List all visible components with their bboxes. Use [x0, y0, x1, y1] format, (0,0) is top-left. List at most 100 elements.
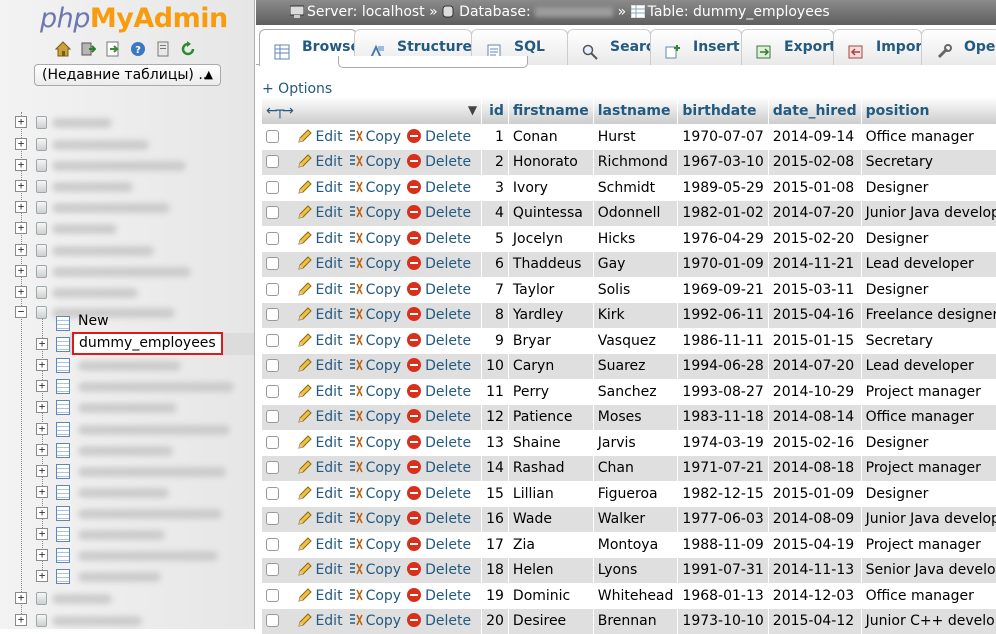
cell-position[interactable]: Secretary [861, 328, 996, 354]
phpmyadmin-logo[interactable]: phpMyAdmin [40, 2, 228, 36]
reload-icon[interactable] [179, 40, 197, 58]
edit-link[interactable]: Edit [297, 307, 342, 323]
cell-lastname[interactable]: Vasquez [593, 328, 678, 354]
cell-firstname[interactable]: Dominic [508, 583, 593, 609]
cell-birthdate[interactable]: 1971-07-21 [678, 456, 768, 482]
edit-link[interactable]: Edit [297, 231, 342, 247]
delete-link[interactable]: Delete [407, 154, 471, 170]
copy-link[interactable]: Copy [349, 562, 402, 578]
delete-link[interactable]: Delete [407, 256, 471, 272]
tab-import[interactable]: Import [833, 29, 922, 65]
tree-database-item[interactable]: + [0, 240, 255, 261]
cell-date_hired[interactable]: 2015-03-11 [768, 277, 861, 303]
cell-firstname[interactable]: Honorato [508, 150, 593, 176]
cell-firstname[interactable]: Quintessa [508, 201, 593, 227]
edit-link[interactable]: Edit [297, 180, 342, 196]
cell-id[interactable]: 1 [482, 124, 509, 150]
tree-table-item[interactable]: + [0, 440, 255, 461]
copy-link[interactable]: Copy [349, 613, 402, 629]
edit-link[interactable]: Edit [297, 511, 342, 527]
expand-icon[interactable]: + [36, 338, 48, 350]
tree-table-item[interactable]: + [0, 524, 255, 545]
cell-date_hired[interactable]: 2014-11-13 [768, 558, 861, 584]
row-checkbox[interactable] [266, 308, 279, 321]
cell-date_hired[interactable]: 2014-08-18 [768, 456, 861, 482]
cell-birthdate[interactable]: 1989-05-29 [678, 175, 768, 201]
cell-lastname[interactable]: Schmidt [593, 175, 678, 201]
edit-link[interactable]: Edit [297, 358, 342, 374]
delete-link[interactable]: Delete [407, 358, 471, 374]
cell-birthdate[interactable]: 1970-01-09 [678, 252, 768, 278]
cell-birthdate[interactable]: 1974-03-19 [678, 430, 768, 456]
column-arrows-icon[interactable]: ←┬→ [266, 103, 292, 119]
edit-link[interactable]: Edit [297, 129, 342, 145]
cell-lastname[interactable]: Brennan [593, 609, 678, 634]
expand-icon[interactable]: + [36, 465, 48, 477]
cell-position[interactable]: Junior Java developer [861, 507, 996, 533]
cell-id[interactable]: 6 [482, 252, 509, 278]
tree-database-item[interactable]: + [0, 282, 255, 303]
cell-position[interactable]: Office manager [861, 583, 996, 609]
row-checkbox[interactable] [266, 410, 279, 423]
cell-firstname[interactable]: Bryar [508, 328, 593, 354]
tree-table-item[interactable]: + [0, 545, 255, 566]
cell-position[interactable]: Designer [861, 175, 996, 201]
cell-lastname[interactable]: Solis [593, 277, 678, 303]
cell-lastname[interactable]: Kirk [593, 303, 678, 329]
cell-date_hired[interactable]: 2015-04-19 [768, 532, 861, 558]
cell-lastname[interactable]: Odonnell [593, 201, 678, 227]
cell-birthdate[interactable]: 1967-03-10 [678, 150, 768, 176]
cell-firstname[interactable]: Yardley [508, 303, 593, 329]
tree-table-item[interactable]: + [0, 566, 255, 587]
tab-export[interactable]: Export [741, 29, 834, 65]
cell-id[interactable]: 13 [482, 430, 509, 456]
cell-birthdate[interactable]: 1986-11-11 [678, 328, 768, 354]
edit-link[interactable]: Edit [297, 333, 342, 349]
expand-icon[interactable]: + [36, 528, 48, 540]
cell-birthdate[interactable]: 1973-10-10 [678, 609, 768, 634]
cell-id[interactable]: 3 [482, 175, 509, 201]
cell-id[interactable]: 10 [482, 354, 509, 380]
expand-icon[interactable]: + [15, 201, 27, 213]
cell-firstname[interactable]: Jocelyn [508, 226, 593, 252]
cell-id[interactable]: 12 [482, 405, 509, 431]
cell-position[interactable]: Designer [861, 481, 996, 507]
tree-database-item[interactable]: + [0, 155, 255, 176]
cell-date_hired[interactable]: 2015-04-16 [768, 303, 861, 329]
row-checkbox[interactable] [266, 206, 279, 219]
cell-id[interactable]: 18 [482, 558, 509, 584]
cell-lastname[interactable]: Figueroa [593, 481, 678, 507]
cell-lastname[interactable]: Richmond [593, 150, 678, 176]
cell-id[interactable]: 4 [482, 201, 509, 227]
cell-lastname[interactable]: Lyons [593, 558, 678, 584]
cell-lastname[interactable]: Suarez [593, 354, 678, 380]
delete-link[interactable]: Delete [407, 486, 471, 502]
copy-link[interactable]: Copy [349, 129, 402, 145]
expand-icon[interactable]: + [15, 180, 27, 192]
cell-date_hired[interactable]: 2015-02-20 [768, 226, 861, 252]
copy-link[interactable]: Copy [349, 435, 402, 451]
cell-firstname[interactable]: Lillian [508, 481, 593, 507]
tree-database-item[interactable]: + [0, 610, 255, 629]
cell-birthdate[interactable]: 1991-07-31 [678, 558, 768, 584]
delete-link[interactable]: Delete [407, 537, 471, 553]
tree-table-dummy-employees[interactable]: dummy_employees [72, 332, 223, 355]
tab-oper[interactable]: Oper [921, 29, 996, 65]
cell-firstname[interactable]: Desiree [508, 609, 593, 634]
copy-link[interactable]: Copy [349, 231, 402, 247]
delete-link[interactable]: Delete [407, 460, 471, 476]
delete-link[interactable]: Delete [407, 613, 471, 629]
expand-icon[interactable]: + [36, 444, 48, 456]
tree-table-item[interactable]: + [0, 482, 255, 503]
row-checkbox[interactable] [266, 461, 279, 474]
tree-database-item[interactable]: + [0, 112, 255, 133]
edit-link[interactable]: Edit [297, 282, 342, 298]
row-checkbox[interactable] [266, 512, 279, 525]
breadcrumb-table[interactable]: Table: dummy_employees [648, 4, 830, 20]
delete-link[interactable]: Delete [407, 180, 471, 196]
cell-position[interactable]: Project manager [861, 456, 996, 482]
breadcrumb-server[interactable]: Server: localhost [307, 4, 425, 20]
cell-date_hired[interactable]: 2014-07-20 [768, 201, 861, 227]
cell-birthdate[interactable]: 1970-07-07 [678, 124, 768, 150]
cell-position[interactable]: Project manager [861, 379, 996, 405]
